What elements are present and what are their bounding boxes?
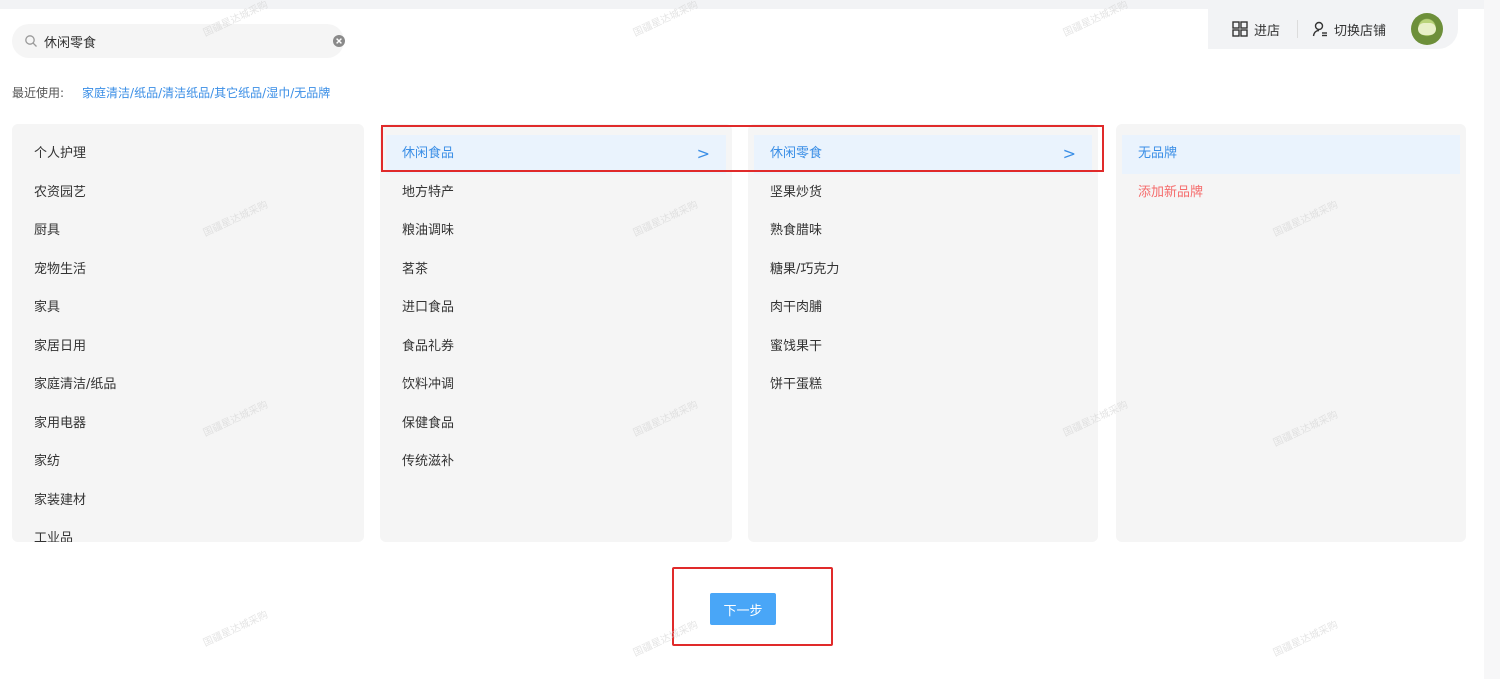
- category-item-level1-label: 家装建材: [34, 492, 87, 508]
- switch-store-button[interactable]: 切换店铺: [1312, 9, 1386, 49]
- category-item-level1-label: 厨具: [34, 223, 61, 238]
- category-item-level2[interactable]: 传统滋补: [386, 443, 726, 482]
- watermark: 国疆星达城采购: [201, 609, 270, 650]
- category-item-level1-label: 个人护理: [34, 146, 87, 161]
- brand-column: 无品牌添加新品牌: [1116, 124, 1466, 542]
- switch-store-label: 切换店铺: [1334, 23, 1387, 39]
- category-item-level1[interactable]: 厨具: [18, 212, 358, 251]
- category-column-level2: 休闲食品 > 地方特产 粮油调味 茗茶 进口食品 食品礼券 饮料冲调 保健食品 传统滋补: [380, 124, 732, 542]
- top-right-toolbar: 进店 切换店铺: [1208, 9, 1458, 49]
- clear-icon[interactable]: [332, 34, 346, 48]
- category-item-level3-label: 熟食腊味: [770, 223, 823, 238]
- next-step-button[interactable]: 下一步: [710, 593, 776, 625]
- category-item-level1[interactable]: 家庭清洁/纸品: [18, 366, 358, 405]
- category-column-level3: 休闲零食 > 坚果炒货 熟食腊味 糖果/巧克力 肉干肉脯 蜜饯果干 饼干蛋糕: [748, 124, 1098, 542]
- category-item-level1-label: 农资园艺: [34, 184, 87, 200]
- category-item-level1[interactable]: 宠物生活: [18, 251, 358, 290]
- category-item-level1-label: 工业品: [34, 531, 74, 542]
- category-item-level2[interactable]: 保健食品: [386, 405, 726, 444]
- right-scrollbar-track[interactable]: [1484, 0, 1500, 679]
- search-box[interactable]: [12, 24, 346, 58]
- category-item-level1-label: 家具: [34, 300, 61, 315]
- toolbar-divider: [1297, 20, 1298, 38]
- brand-item[interactable]: 无品牌: [1122, 135, 1460, 174]
- recent-usage-label: 最近使用:: [12, 86, 65, 100]
- category-item-level3-label: 坚果炒货: [770, 184, 823, 200]
- category-item-level1[interactable]: 家纺: [18, 443, 358, 482]
- category-item-level1-label: 家用电器: [34, 415, 87, 431]
- search-icon: [25, 35, 37, 47]
- watermark: 国疆星达城采购: [1271, 619, 1340, 660]
- category-item-level1-label: 宠物生活: [34, 261, 87, 277]
- category-item-level3-label: 肉干肉脯: [770, 300, 823, 315]
- category-item-level3[interactable]: 糖果/巧克力: [754, 251, 1092, 290]
- user-switch-icon: [1312, 21, 1327, 37]
- category-item-level3[interactable]: 坚果炒货: [754, 174, 1092, 213]
- category-item-level1[interactable]: 家具: [18, 289, 358, 328]
- category-item-level2[interactable]: 茗茶: [386, 251, 726, 290]
- category-item-level1[interactable]: 家装建材: [18, 482, 358, 521]
- grid-icon: [1232, 21, 1248, 37]
- enter-store-label: 进店: [1254, 23, 1281, 39]
- recent-usage: 最近使用: 家庭清洁/纸品/清洁纸品/其它纸品/湿巾/无品牌: [12, 84, 330, 101]
- selection-highlight-box: [381, 125, 1104, 172]
- category-item-level1[interactable]: 工业品: [18, 520, 358, 542]
- category-column-level1: 个人护理农资园艺厨具宠物生活家具家居日用家庭清洁/纸品 家用电器家纺家装建材工业品: [12, 124, 364, 542]
- top-strip: [0, 0, 1500, 9]
- category-item-level3-label: 饼干蛋糕: [770, 377, 823, 392]
- category-item-level3-label: 蜜饯果干: [770, 338, 823, 354]
- category-item-level2[interactable]: 粮油调味: [386, 212, 726, 251]
- category-item-level3[interactable]: 蜜饯果干: [754, 328, 1092, 367]
- category-item-level1[interactable]: 个人护理: [18, 135, 358, 174]
- category-item-level1-label: 家庭清洁/纸品: [34, 377, 117, 392]
- category-item-level2[interactable]: 地方特产: [386, 174, 726, 213]
- category-item-level2-label: 饮料冲调: [402, 377, 455, 392]
- category-item-level1[interactable]: 家居日用: [18, 328, 358, 367]
- search-input[interactable]: [44, 31, 304, 51]
- category-item-level2[interactable]: 进口食品: [386, 289, 726, 328]
- brand-item-label: 无品牌: [1138, 146, 1178, 161]
- category-item-level3-label: 糖果/巧克力: [770, 261, 840, 277]
- category-item-level2[interactable]: 食品礼券: [386, 328, 726, 367]
- category-item-level2-label: 食品礼券: [402, 338, 455, 354]
- category-item-level2-label: 粮油调味: [402, 223, 455, 238]
- recent-category-link[interactable]: 家庭清洁/纸品/清洁纸品/其它纸品/湿巾/无品牌: [82, 86, 330, 100]
- category-item-level2-label: 保健食品: [402, 415, 455, 431]
- category-item-level1[interactable]: 家用电器: [18, 405, 358, 444]
- category-item-level2-label: 传统滋补: [402, 454, 455, 469]
- add-brand-link[interactable]: 添加新品牌: [1122, 174, 1460, 213]
- avatar[interactable]: [1411, 13, 1443, 45]
- category-item-level3[interactable]: 熟食腊味: [754, 212, 1092, 251]
- enter-store-button[interactable]: 进店: [1232, 9, 1280, 49]
- category-item-level3[interactable]: 肉干肉脯: [754, 289, 1092, 328]
- category-item-level2-label: 地方特产: [402, 184, 455, 200]
- category-item-level1-label: 家纺: [34, 454, 61, 469]
- category-item-level1-label: 家居日用: [34, 338, 87, 354]
- category-item-level2-label: 茗茶: [402, 261, 429, 277]
- category-item-level2[interactable]: 饮料冲调: [386, 366, 726, 405]
- category-item-level3[interactable]: 饼干蛋糕: [754, 366, 1092, 405]
- category-item-level2-label: 进口食品: [402, 300, 455, 315]
- category-item-level1[interactable]: 农资园艺: [18, 174, 358, 213]
